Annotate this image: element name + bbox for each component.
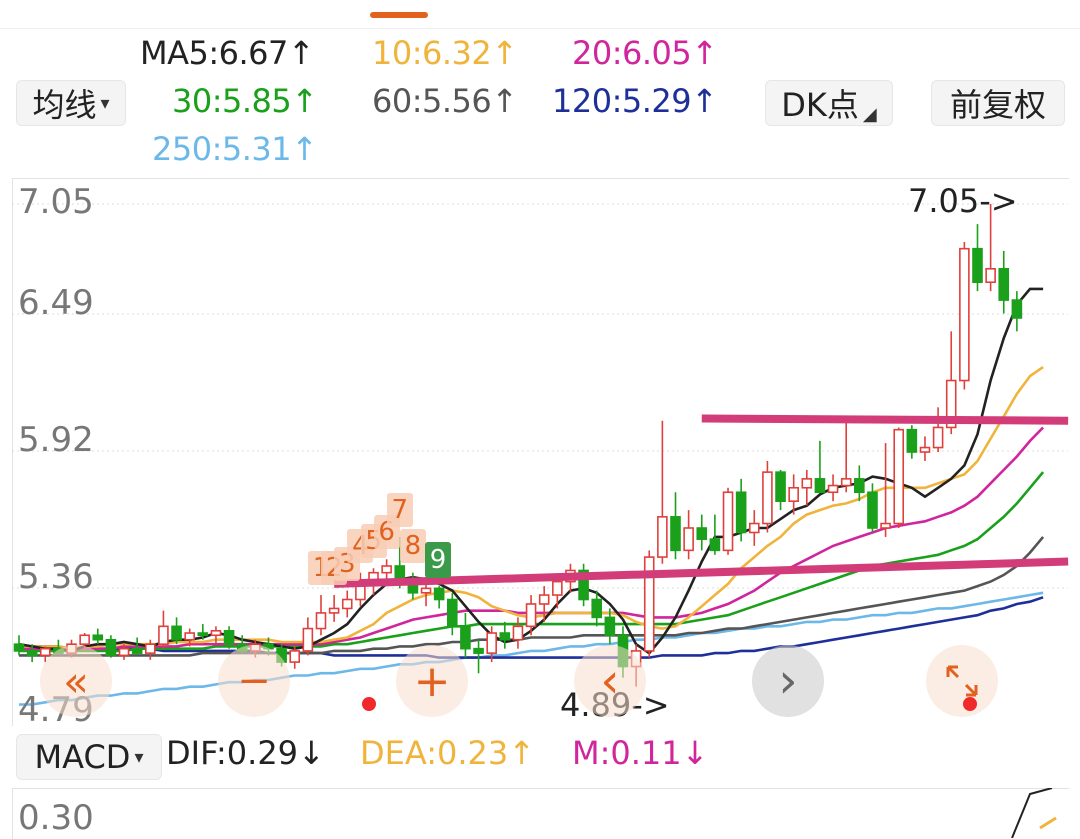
chevron-right-icon: ›	[778, 653, 798, 709]
candle-body	[460, 625, 471, 650]
candle-body	[657, 516, 668, 558]
candle-body	[972, 247, 983, 284]
td-sell-nine-label: 9	[425, 541, 452, 578]
macd-dif-value: DIF:0.29↓	[166, 734, 325, 772]
fullscreen-dot	[963, 697, 977, 711]
candle-body	[39, 647, 51, 657]
candle-body	[223, 629, 235, 645]
y-tick-label: 6.49	[18, 283, 94, 323]
candle-body	[814, 478, 826, 494]
td-count-label: 7	[386, 492, 413, 527]
next-button[interactable]: ›	[752, 645, 824, 717]
high-price-annotation: 7.05->	[908, 182, 1018, 220]
candle-body	[854, 478, 865, 494]
candle-body	[433, 587, 445, 601]
candle-body	[748, 522, 760, 534]
candle-body	[788, 486, 799, 502]
candle-body	[722, 491, 734, 552]
candle-body	[932, 426, 944, 449]
grid-lines	[12, 203, 1068, 589]
candle-body	[328, 607, 340, 614]
candle-body	[919, 446, 931, 453]
double-chevron-left-icon: «	[63, 656, 89, 706]
candle-body	[13, 643, 25, 652]
macd-m-value: M:0.11↓	[572, 734, 709, 772]
candle-body	[591, 598, 603, 619]
candle-body	[486, 632, 497, 654]
zoom-in-button[interactable]: +	[396, 645, 468, 717]
candle-body	[801, 478, 813, 489]
fullscreen-button[interactable]	[926, 645, 998, 717]
macd-indicator-dropdown[interactable]: MACD ▾	[16, 734, 162, 780]
candle-body	[696, 527, 708, 540]
candle-body	[105, 638, 117, 657]
candle-body	[670, 516, 681, 552]
candle-body	[315, 612, 327, 630]
moving-average-lines	[18, 287, 1045, 706]
candle-body	[985, 268, 996, 284]
candle-body	[131, 647, 143, 654]
candle-body	[840, 478, 852, 487]
candle-body	[538, 594, 550, 605]
expand-arrows-icon	[946, 665, 978, 697]
candle-body	[709, 538, 721, 552]
y-tick-label: 5.36	[18, 557, 94, 597]
zoom-out-button[interactable]: −	[218, 645, 290, 717]
candle-body	[683, 527, 694, 552]
y-tick-label: 5.92	[18, 420, 94, 460]
candle-body	[1011, 299, 1023, 319]
candlestick-chart[interactable]	[0, 0, 1080, 838]
macd-dea-value: DEA:0.23↑	[360, 734, 536, 772]
candle-body	[552, 580, 563, 596]
candle-body	[893, 428, 905, 525]
rewind-button[interactable]: «	[40, 645, 112, 717]
macd-indicator-label: MACD	[34, 738, 131, 776]
candle-body	[184, 632, 195, 641]
macd-dea-line	[1039, 816, 1057, 830]
candle-body	[446, 598, 458, 628]
candle-body	[827, 484, 839, 494]
candle-body	[302, 627, 314, 652]
previous-button[interactable]: ‹	[574, 645, 646, 717]
plus-icon: +	[413, 655, 451, 707]
macd-dif-line	[1011, 788, 1053, 838]
candle-body	[79, 634, 90, 645]
candle-body	[906, 428, 918, 453]
candle-body	[998, 268, 1010, 301]
y-tick-label: 7.05	[18, 182, 94, 222]
candle-body	[158, 625, 169, 645]
candle-body	[880, 522, 891, 529]
trendline	[701, 414, 1069, 425]
candle-body	[381, 565, 392, 574]
candle-body	[145, 643, 156, 654]
candle-body	[473, 647, 484, 654]
candle-body	[959, 247, 970, 382]
candle-body	[210, 629, 222, 637]
minus-icon: −	[237, 658, 271, 704]
candle-body	[118, 647, 130, 657]
candle-body	[775, 471, 786, 502]
td-count-label: 8	[399, 528, 426, 563]
candle-body	[762, 471, 773, 525]
candle-body	[171, 625, 182, 641]
candle-body	[420, 587, 432, 594]
candle-body	[867, 491, 878, 529]
macd-lines	[1011, 788, 1057, 838]
candle-body	[341, 598, 353, 610]
candle-body	[289, 650, 301, 663]
candle-body	[92, 634, 104, 641]
candle-body	[197, 632, 209, 637]
candle-body	[525, 603, 537, 628]
candle-body	[499, 632, 511, 641]
candle-body	[604, 616, 616, 637]
chevron-left-icon: ‹	[600, 653, 620, 709]
candle-body	[26, 650, 38, 657]
chevron-down-icon: ▾	[134, 746, 144, 768]
candle-body	[512, 625, 524, 641]
zoom-out-dot	[362, 697, 376, 711]
candle-body	[735, 491, 747, 534]
